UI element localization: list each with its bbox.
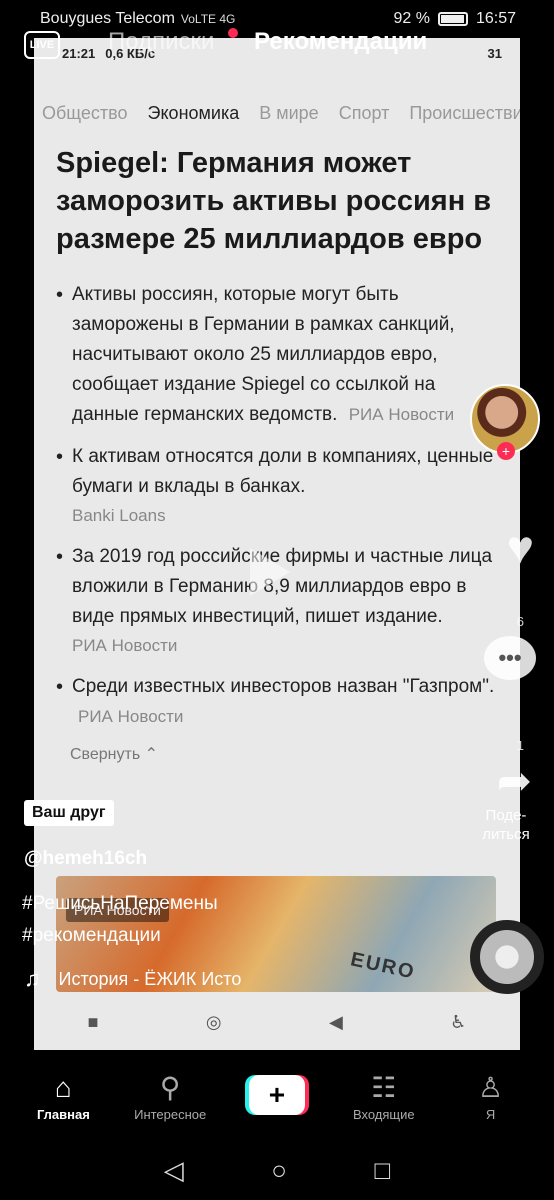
- follow-plus-icon[interactable]: +: [497, 442, 515, 460]
- tab-economy: Экономика: [147, 102, 240, 123]
- music-disc-icon[interactable]: [470, 920, 544, 994]
- bullet-source: РИА Новости: [72, 636, 178, 655]
- creator-avatar[interactable]: +: [470, 384, 540, 460]
- article-headline: Spiegel: Германия может заморозить актив…: [56, 147, 492, 255]
- bullet-text: Активы россиян, которые могут быть замор…: [72, 284, 455, 425]
- collapse-link: Свернуть ⌃: [70, 746, 159, 763]
- clock: 16:57: [475, 10, 516, 27]
- news-article: Spiegel: Германия может заморозить актив…: [34, 128, 520, 764]
- nav-discover-label: Интересное: [134, 1106, 207, 1122]
- android-nav-bar: ◁ ○ □: [0, 1140, 554, 1200]
- list-item: Среди известных инвесторов назван "Газпр…: [56, 672, 498, 732]
- nav-home-label: Главная: [36, 1106, 90, 1122]
- back-button-icon[interactable]: ◁: [164, 1155, 184, 1186]
- hashtag[interactable]: #РешисьНаПеремены: [22, 888, 218, 920]
- nav-home[interactable]: ⌂ Главная: [13, 1069, 113, 1122]
- battery-icon: [437, 12, 468, 26]
- live-button[interactable]: LIVE: [24, 31, 60, 59]
- accessibility-icon: ♿: [450, 1011, 467, 1032]
- tab-following[interactable]: Подписки: [108, 28, 214, 56]
- news-category-tabs: Общество Экономика В мире Спорт Происшес…: [34, 98, 520, 128]
- search-icon: ⚲: [159, 1071, 181, 1103]
- comment-count: 1: [516, 738, 524, 753]
- nav-me[interactable]: ♙ Я: [441, 1069, 541, 1122]
- new-content-dot: [228, 28, 238, 38]
- create-button[interactable]: +: [248, 1075, 305, 1115]
- list-item: Активы россиян, которые могут быть замор…: [56, 280, 498, 430]
- hashtag[interactable]: #рекомендации: [22, 920, 218, 952]
- bullet-source: РИА Новости: [78, 707, 184, 726]
- hashtags: #РешисьНаПеремены #рекомендации: [22, 888, 218, 952]
- friend-badge: Ваш друг: [24, 800, 114, 826]
- recents-button-icon[interactable]: □: [375, 1155, 391, 1186]
- share-icon[interactable]: ➦: [497, 756, 532, 805]
- home-button-icon[interactable]: ○: [271, 1155, 287, 1186]
- music-note-icon: ♫: [24, 966, 41, 991]
- share-label: Поде-литься: [482, 807, 530, 843]
- home-icon: ⌂: [54, 1071, 72, 1103]
- inner-nav-bar: ■ ◎ ◀ ♿: [34, 1002, 520, 1042]
- photo-banknote-text: EURO: [348, 948, 418, 984]
- network-icons: VoLTE 4G: [180, 12, 236, 26]
- play-icon[interactable]: [250, 548, 290, 596]
- inbox-icon: ☷: [371, 1071, 397, 1103]
- nav-me-label: Я: [485, 1106, 496, 1122]
- back-icon: ◀: [328, 1011, 343, 1032]
- tab-for-you[interactable]: Рекомендации: [254, 28, 427, 56]
- carrier-name: Bouygues Telecom: [40, 10, 175, 27]
- bullet-text: Среди известных инвесторов назван "Газпр…: [72, 676, 495, 697]
- square-icon: ■: [87, 1011, 99, 1032]
- creator-username[interactable]: @hemeh16ch: [24, 848, 147, 870]
- tab-world: В мире: [259, 102, 319, 123]
- bullet-source: РИА Новости: [348, 405, 455, 424]
- tab-sport: Спорт: [338, 102, 390, 123]
- article-bullets: Активы россиян, которые могут быть замор…: [56, 280, 498, 732]
- nav-discover[interactable]: ⚲ Интересное: [120, 1069, 220, 1122]
- profile-icon: ♙: [478, 1071, 504, 1103]
- feed-header: LIVE Подписки Рекомендации: [0, 28, 554, 62]
- heart-icon[interactable]: ♥: [507, 520, 534, 574]
- bottom-nav: ⌂ Главная ⚲ Интересное + ☷ Входящие ♙ Я: [0, 1050, 554, 1140]
- nav-create[interactable]: +: [227, 1075, 327, 1115]
- battery-percent: 92 %: [393, 10, 430, 27]
- music-info[interactable]: ♫ История - ЁЖИК Исто: [24, 966, 241, 992]
- music-title: История - ЁЖИК Исто: [58, 968, 242, 989]
- like-count: 6: [516, 614, 524, 629]
- tab-society: Общество: [42, 102, 128, 123]
- nav-inbox-label: Входящие: [352, 1106, 415, 1122]
- nav-inbox[interactable]: ☷ Входящие: [334, 1069, 434, 1122]
- comment-icon[interactable]: •••: [484, 636, 536, 680]
- tab-incidents: Происшествия: [409, 102, 520, 123]
- circle-icon: ◎: [205, 1011, 222, 1032]
- list-item: К активам относятся доли в компаниях, це…: [56, 442, 498, 530]
- bullet-source: Banki Loans: [72, 506, 166, 525]
- bullet-text: К активам относятся доли в компаниях, це…: [72, 446, 494, 497]
